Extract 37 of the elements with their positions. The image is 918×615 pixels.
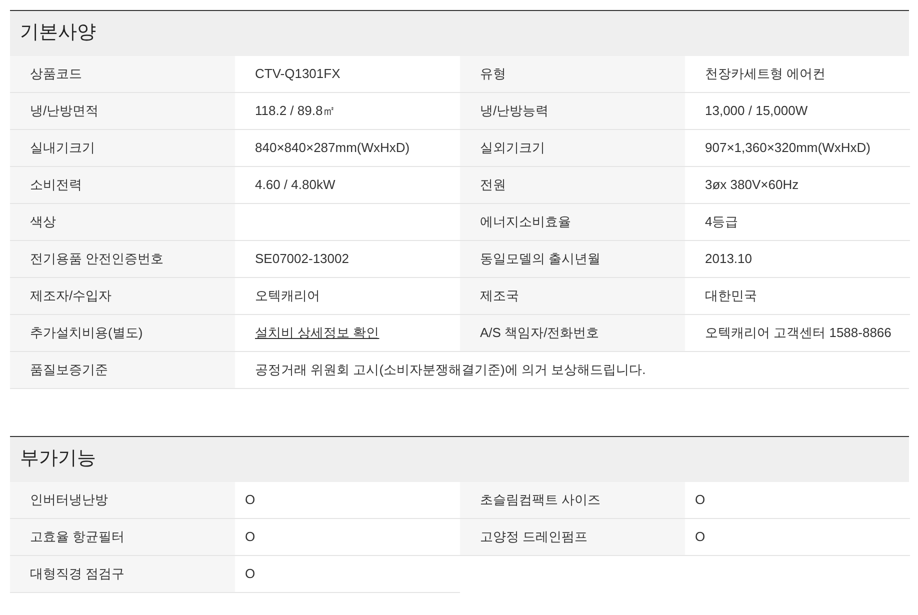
spec-label: 초슬림컴팩트 사이즈 [460,482,685,519]
spec-label: 색상 [10,204,235,241]
spec-label: 전기용품 안전인증번호 [10,241,235,278]
spec-label: 고양정 드레인펌프 [460,519,685,556]
spec-value: 오텍캐리어 고객센터 1588-8866 [685,315,910,352]
spec-value: 공정거래 위원회 고시(소비자분쟁해결기준)에 의거 보상해드립니다. [235,352,909,389]
spec-label: 인버터냉난방 [10,482,235,519]
spec-label: 제조자/수입자 [10,278,235,315]
spec-label: 전원 [460,167,685,204]
spec-label: 에너지소비효율 [460,204,685,241]
spec-label: 고효율 항균필터 [10,519,235,556]
spec-value: 3øx 380V×60Hz [685,167,910,204]
spec-label: 유형 [460,56,685,93]
spec-label: 동일모델의 출시년월 [460,241,685,278]
spec-label: 소비전력 [10,167,235,204]
section-title: 기본사양 [20,21,96,46]
spec-label: 실내기크기 [10,130,235,167]
spec-value: 13,000 / 15,000W [685,93,910,130]
spec-label: 제조국 [460,278,685,315]
spec-value: 대한민국 [685,278,910,315]
spec-label: A/S 책임자/전화번호 [460,315,685,352]
spec-label: 냉/난방면적 [10,93,235,130]
spec-label: 실외기크기 [460,130,685,167]
spec-value: 2013.10 [685,241,910,278]
section-title: 부가기능 [20,447,96,472]
spec-value: 907×1,360×320mm(WxHxD) [685,130,910,167]
spec-label: 상품코드 [10,56,235,93]
spec-value: 4등급 [685,204,910,241]
spec-label: 냉/난방능력 [460,93,685,130]
spec-value: 천장카세트형 에어컨 [685,56,910,93]
spec-value: O [685,519,910,556]
spec-label: 대형직경 점검구 [10,556,235,593]
spec-label: 품질보증기준 [10,352,235,389]
spec-value: O [685,482,910,519]
spec-label: 추가설치비용(별도) [10,315,235,352]
install-cost-link[interactable]: 설치비 상세정보 확인 [255,323,380,343]
spec-value: O [235,556,460,593]
